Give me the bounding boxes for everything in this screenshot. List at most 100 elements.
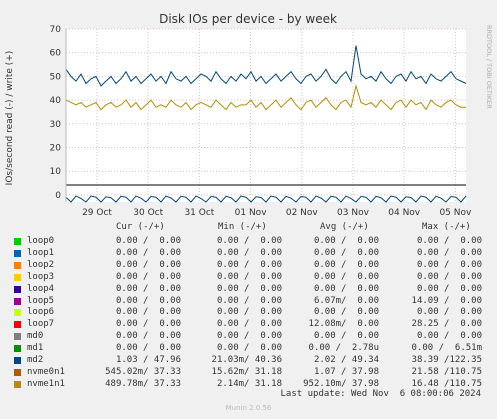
legend-name: loop1: [27, 247, 55, 258]
legend-cur: 0.00 / 0.00: [115, 247, 181, 258]
legend-swatch: [14, 285, 21, 293]
legend-row-md0: md0 0.00 / 0.00 0.00 / 0.00 0.00 / 0.00 0.00…: [0, 331, 497, 343]
legend-avg: 6.07m/ 0.00: [313, 295, 379, 306]
legend-row-loop6: loop6 0.00 / 0.00 0.00 / 0.00 0.00 / 0.00 0.…: [0, 307, 497, 319]
legend-cur: 1.03 / 47.96: [115, 355, 181, 365]
y-tick-label: 10: [50, 167, 62, 177]
legend-max: 0.00 / 0.00: [416, 331, 482, 342]
legend-avg: 2.02 / 49.34: [313, 355, 379, 365]
legend-avg: 0.00 / 0.00: [313, 236, 379, 246]
legend-min: 15.62m/ 31.18: [211, 366, 282, 377]
legend-swatch: [14, 368, 21, 376]
y-tick-label: 20: [50, 143, 62, 153]
legend-min: 0.00 / 0.00: [216, 331, 282, 342]
header-max: Max (-/+): [422, 222, 471, 232]
legend-name: loop3: [27, 271, 55, 282]
legend-cur: 0.00 / 0.00: [115, 271, 181, 282]
legend-name: loop0: [27, 236, 55, 246]
legend-max: 0.00 / 0.00: [416, 271, 482, 282]
y-tick-label: 40: [50, 96, 62, 106]
y-tick-label: 0: [55, 191, 61, 201]
x-tick-label: 05 Nov: [439, 208, 472, 218]
legend-max: 0.00 / 0.00: [416, 307, 482, 318]
legend-min: 0.00 / 0.00: [216, 259, 282, 270]
legend-avg: 12.08m/ 0.00: [308, 319, 379, 330]
legend-max: 0.00 / 0.00: [416, 259, 482, 270]
legend-swatch: [14, 249, 21, 257]
legend-avg: 0.00 / 0.00: [313, 307, 379, 318]
y-axis-label: IOs/second read (-) / write (+): [5, 51, 15, 186]
legend-max: 38.39 /122.35: [411, 355, 482, 365]
y-tick-label: 60: [50, 49, 62, 59]
header-min: Min (-/+): [218, 222, 267, 232]
legend-name: nvme0n1: [27, 366, 65, 377]
legend-max: 0.00 / 0.00: [416, 247, 482, 258]
legend-swatch: [14, 357, 21, 364]
legend-swatch: [14, 333, 21, 341]
legend-name: md1: [27, 343, 44, 354]
legend-min: 2.14m/ 31.18: [216, 378, 282, 389]
legend-min: 0.00 / 0.00: [216, 295, 282, 306]
legend-name: loop6: [27, 307, 55, 318]
legend-name: loop5: [27, 295, 55, 306]
legend-name: nvme1n1: [27, 378, 65, 389]
legend-min: 0.00 / 0.00: [216, 283, 282, 294]
legend-name: md2: [27, 355, 44, 365]
legend-min: 0.00 / 0.00: [216, 307, 282, 318]
legend-swatch: [14, 297, 21, 305]
legend-min: 0.00 / 0.00: [216, 343, 282, 354]
x-tick-label: 02 Nov: [286, 208, 319, 218]
legend-cur: 545.02m/ 37.33: [105, 366, 181, 377]
legend-row-md1: md1 0.00 / 0.00 0.00 / 0.00 0.00 / 2.78u 0.0…: [0, 343, 497, 355]
x-tick-label: 04 Nov: [388, 208, 421, 218]
legend-row-loop2: loop2 0.00 / 0.00 0.00 / 0.00 0.00 / 0.00 0.…: [0, 260, 497, 272]
legend-cur: 0.00 / 0.00: [115, 236, 181, 246]
legend-max: 0.00 / 6.51m: [411, 343, 482, 354]
legend-min: 0.00 / 0.00: [216, 236, 282, 246]
x-tick-label: 30 Oct: [133, 208, 163, 218]
legend-cur: 0.00 / 0.00: [115, 283, 181, 294]
x-tick-label: 31 Oct: [184, 208, 214, 218]
x-tick-label: 29 Oct: [82, 208, 112, 218]
legend-row-loop5: loop5 0.00 / 0.00 0.00 / 0.00 6.07m/ 0.00 14…: [0, 296, 497, 308]
legend-swatch: [14, 273, 21, 281]
legend-cur: 0.00 / 0.00: [115, 307, 181, 318]
legend-row-nvme0n1: nvme0n1 545.02m/ 37.33 15.62m/ 31.18 1.07 /…: [0, 367, 497, 379]
legend-swatch: [14, 380, 21, 388]
legend-min: 0.00 / 0.00: [216, 271, 282, 282]
legend-cur: 489.78m/ 37.33: [105, 378, 181, 389]
legend-max: 28.25 / 0.00: [411, 319, 482, 330]
legend-min: 21.03m/ 40.36: [211, 355, 282, 365]
legend-name: md0: [27, 331, 44, 342]
legend-swatch: [14, 261, 21, 269]
header-cur: Cur (-/+): [116, 222, 165, 232]
chart-svg: Disk IOs per device - by week IOs/second…: [0, 0, 497, 230]
legend-avg: 0.00 / 0.00: [313, 283, 379, 294]
legend-name: loop4: [27, 283, 55, 294]
rrdtool-credit: RRDTOOL / TOBI OETIKER: [485, 25, 493, 109]
legend-name: loop2: [27, 259, 55, 270]
legend-avg: 0.00 / 2.78u: [308, 343, 379, 354]
chart-title: Disk IOs per device - by week: [159, 12, 337, 26]
legend-cur: 0.00 / 0.00: [115, 259, 181, 270]
legend-row-md2: md2 1.03 / 47.96 21.03m/ 40.36 2.02 / 49.34…: [0, 355, 497, 367]
legend-swatch: [14, 345, 21, 353]
legend-cur: 0.00 / 0.00: [115, 295, 181, 306]
legend-row-loop7: loop7 0.00 / 0.00 0.00 / 0.00 12.08m/ 0.00 2…: [0, 319, 497, 331]
legend-max: 0.00 / 0.00: [416, 283, 482, 294]
legend-max: 0.00 / 0.00: [416, 236, 482, 246]
x-tick-label: 03 Nov: [337, 208, 370, 218]
plot-area: [66, 29, 466, 202]
legend-min: 0.00 / 0.00: [216, 319, 282, 330]
y-tick-label: 70: [50, 25, 62, 35]
legend-row-loop0: loop0 0.00 / 0.00 0.00 / 0.00 0.00 / 0.00 0.…: [0, 236, 497, 248]
legend-row-loop3: loop3 0.00 / 0.00 0.00 / 0.00 0.00 / 0.00 0.…: [0, 272, 497, 284]
legend-row-loop4: loop4 0.00 / 0.00 0.00 / 0.00 0.00 / 0.00 0.…: [0, 284, 497, 296]
legend-avg: 0.00 / 0.00: [313, 331, 379, 342]
legend-swatch: [14, 321, 21, 329]
legend-avg: 0.00 / 0.00: [313, 271, 379, 282]
legend-cur: 0.00 / 0.00: [115, 331, 181, 342]
legend-header: Cur (-/+) Min (-/+) Avg (-/+) Max (-/+): [0, 222, 497, 234]
y-tick-label: 50: [50, 72, 62, 82]
legend-max: 16.48 /110.75: [411, 378, 482, 389]
